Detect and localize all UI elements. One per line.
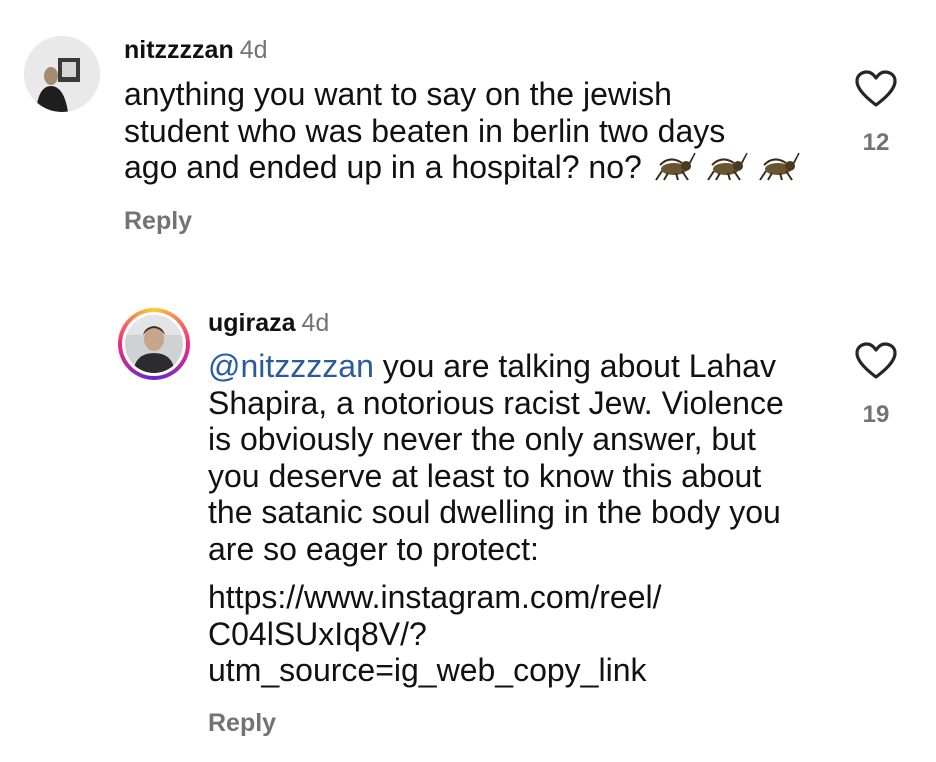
comment-line: ago and ended up in a hospital? no? [124, 149, 800, 188]
mention-link[interactable]: @nitzzzzan [208, 348, 374, 384]
comment-line: anything you want to say on the jewish [124, 76, 672, 112]
cricket-icon [654, 151, 696, 189]
url-line: https://www.instagram.com/reel/ [208, 579, 662, 615]
comment-line: are so eager to protect: [208, 530, 539, 567]
avatar[interactable] [24, 36, 100, 112]
comment-line: you deserve at least to know this about [208, 457, 762, 494]
avatar-story-ring[interactable] [118, 308, 190, 380]
cricket-icon [758, 151, 800, 189]
comment-text: @nitzzzzan you are talking about Lahav S… [208, 348, 784, 689]
reply-button[interactable]: Reply [124, 207, 192, 236]
comment-line: is obviously never the only answer, but [208, 421, 756, 457]
like-count[interactable]: 19 [846, 401, 906, 429]
reply-button[interactable]: Reply [208, 709, 276, 738]
comment-text: anything you want to say on the jewish s… [124, 76, 800, 188]
comment-header: nitzzzzan 4d [124, 36, 268, 65]
comment-line: @nitzzzzan you are talking about Lahav [208, 348, 776, 384]
comment-nitzzzzan: nitzzzzan 4d anything you want to say on … [0, 0, 936, 250]
comment-ugiraza: ugiraza 4d @nitzzzzan you are talking abo… [0, 300, 936, 762]
avatar-photo [24, 36, 100, 112]
timestamp: 4d [301, 309, 330, 337]
comment-header: ugiraza 4d [208, 309, 329, 338]
username[interactable]: nitzzzzan [124, 36, 234, 64]
comment-line: the satanic soul dwelling in the body yo… [208, 494, 781, 530]
comment-line: Shapira, a notorious racist Jew. Violenc… [208, 384, 784, 421]
comment-line: student who was beaten in berlin two day… [124, 112, 726, 149]
timestamp: 4d [239, 36, 268, 64]
like-button[interactable] [855, 70, 897, 108]
avatar-photo [125, 315, 183, 373]
like-button[interactable] [855, 342, 897, 380]
like-count[interactable]: 12 [846, 129, 906, 157]
url-line: utm_source=ig_web_copy_link [208, 652, 647, 688]
cricket-icon [706, 151, 748, 189]
url-line: C04lSUxIq8V/? [208, 615, 427, 652]
username[interactable]: ugiraza [208, 309, 296, 337]
heart-icon [855, 342, 897, 379]
heart-icon [855, 70, 897, 107]
